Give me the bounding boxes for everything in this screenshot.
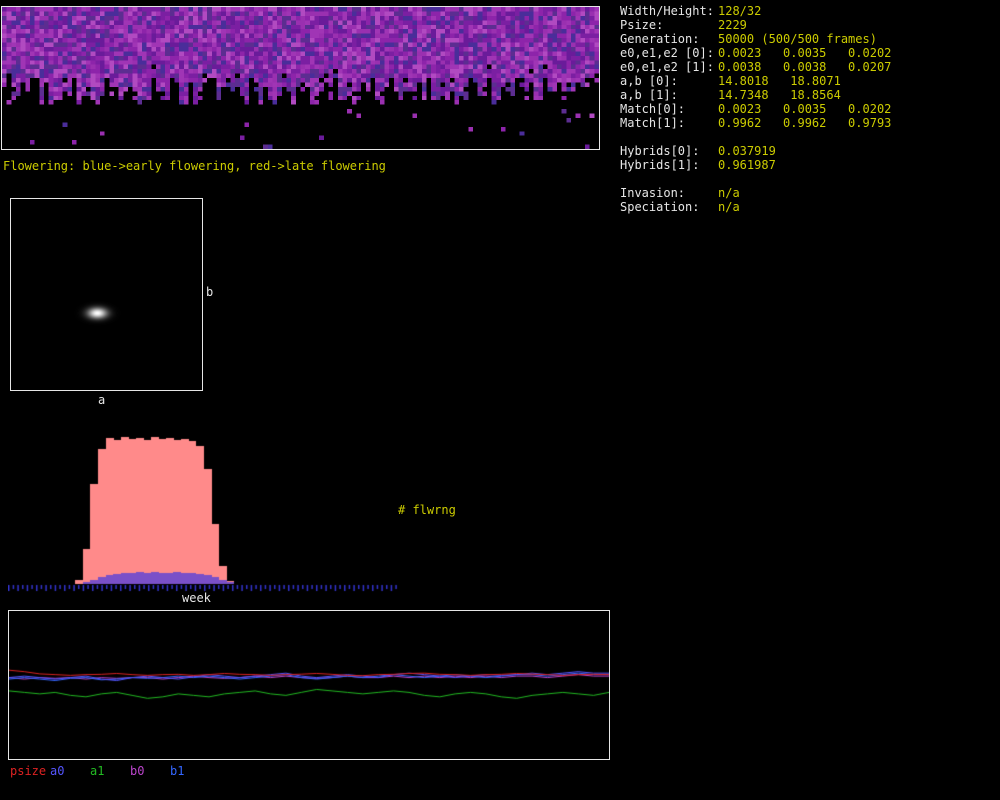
stat-value: 0.0023 0.0035 0.0202 <box>718 102 892 116</box>
stat-row-ab-1: a,b [1]: 14.7348 18.8564 <box>620 88 891 102</box>
stat-value: 0.961987 <box>718 158 776 172</box>
stat-row-hybrids-1: Hybrids[1]: 0.961987 <box>620 158 891 172</box>
legend-psize: psize <box>10 764 47 778</box>
legend-a1: a1 <box>90 764 105 778</box>
stat-row-width-height: Width/Height: 128/32 <box>620 4 891 18</box>
scatter-xlabel: a <box>98 393 106 407</box>
stat-row-speciation: Speciation: n/a <box>620 200 891 214</box>
stat-value: 0.9962 0.9962 0.9793 <box>718 116 892 130</box>
history-chart-panel <box>8 610 610 760</box>
stat-row-match-0: Match[0]: 0.0023 0.0035 0.0202 <box>620 102 891 116</box>
stat-value: 0.0023 0.0035 0.0202 <box>718 46 892 60</box>
stat-row-invasion: Invasion: n/a <box>620 186 891 200</box>
scatter-ylabel: b <box>206 285 214 299</box>
stat-value: 0.037919 <box>718 144 776 158</box>
stat-row-hybrids-0: Hybrids[0]: 0.037919 <box>620 144 891 158</box>
stat-label: Speciation: <box>620 200 700 214</box>
legend-a0: a0 <box>50 764 65 778</box>
stat-label: Match[1]: <box>620 116 686 130</box>
history-chart-canvas <box>9 611 609 759</box>
stat-value: 128/32 <box>718 4 762 18</box>
stat-label: Generation: <box>620 32 700 46</box>
stat-row-ab-0: a,b [0]: 14.8018 18.8071 <box>620 74 891 88</box>
flowering-caption: Flowering: blue->early flowering, red->l… <box>3 159 386 173</box>
stat-label: e0,e1,e2 [1]: <box>620 60 714 74</box>
ab-density-canvas <box>11 199 202 390</box>
stats-panel: Width/Height: 128/32 Psize: 2229 Generat… <box>620 4 891 214</box>
legend-b0: b0 <box>130 764 145 778</box>
stat-value: 50000 (500/500 frames) <box>718 32 877 46</box>
histogram-annotation: # flwrng <box>398 503 456 517</box>
stats-group-gap <box>620 130 891 144</box>
stat-label: Hybrids[1]: <box>620 158 700 172</box>
histogram-xlabel: week <box>182 591 211 605</box>
stat-value: n/a <box>718 200 740 214</box>
stat-value: 14.7348 18.8564 <box>718 88 841 102</box>
flowering-map-canvas <box>2 7 599 149</box>
stat-label: Invasion: <box>620 186 686 200</box>
legend-b1: b1 <box>170 764 185 778</box>
stat-label: Hybrids[0]: <box>620 144 700 158</box>
stat-value: 0.0038 0.0038 0.0207 <box>718 60 892 74</box>
stat-label: Width/Height: <box>620 4 714 18</box>
simulation-window: { "flowering_caption": "Flowering: blue-… <box>0 0 1000 800</box>
stat-row-e012-0: e0,e1,e2 [0]: 0.0023 0.0035 0.0202 <box>620 46 891 60</box>
stat-label: Match[0]: <box>620 102 686 116</box>
stat-value: 2229 <box>718 18 747 32</box>
stat-row-generation: Generation: 50000 (500/500 frames) <box>620 32 891 46</box>
stats-group-gap <box>620 172 891 186</box>
stat-label: e0,e1,e2 [0]: <box>620 46 714 60</box>
stat-row-e012-1: e0,e1,e2 [1]: 0.0038 0.0038 0.0207 <box>620 60 891 74</box>
stat-value: n/a <box>718 186 740 200</box>
stat-row-psize: Psize: 2229 <box>620 18 891 32</box>
ab-scatter-panel <box>10 198 203 391</box>
flowering-histogram-canvas <box>8 428 400 592</box>
stat-value: 14.8018 18.8071 <box>718 74 841 88</box>
stat-label: a,b [0]: <box>620 74 678 88</box>
stat-label: Psize: <box>620 18 664 32</box>
flowering-map-panel <box>1 6 600 150</box>
stat-label: a,b [1]: <box>620 88 678 102</box>
stat-row-match-1: Match[1]: 0.9962 0.9962 0.9793 <box>620 116 891 130</box>
